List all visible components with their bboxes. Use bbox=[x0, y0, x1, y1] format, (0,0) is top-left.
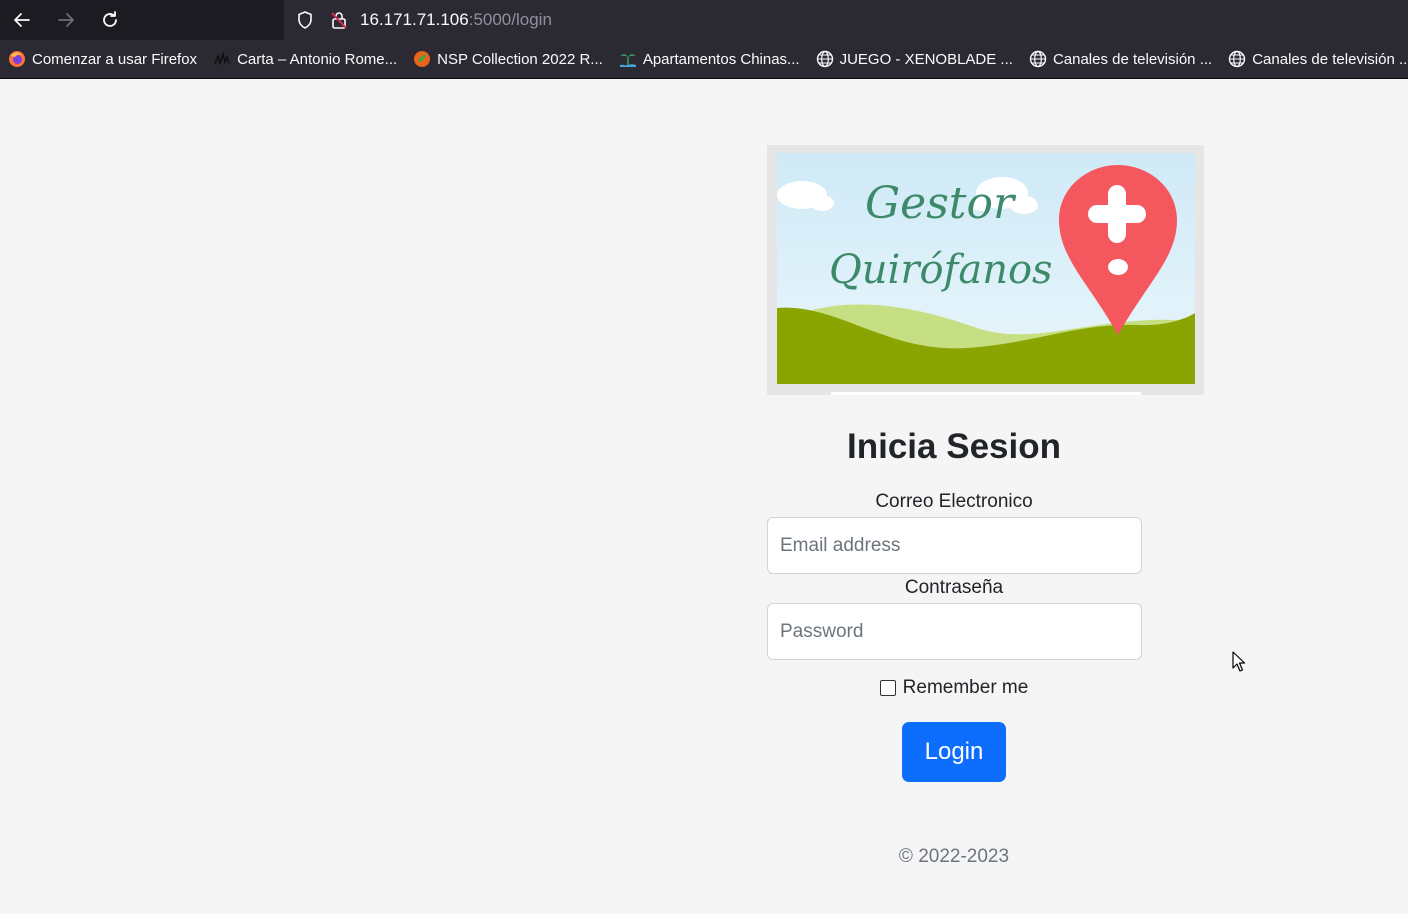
bookmark-label: Canales de televisión ... bbox=[1252, 50, 1408, 68]
bookmark-item[interactable]: Canales de televisión ... bbox=[1228, 50, 1408, 68]
firefox-icon bbox=[8, 50, 26, 68]
globe-icon bbox=[1228, 50, 1246, 68]
address-bar[interactable]: 16.171.71.106:5000/login bbox=[284, 0, 1408, 40]
palm-tree-icon bbox=[619, 50, 637, 68]
bookmark-label: Carta – Antonio Rome... bbox=[237, 50, 398, 68]
bookmark-label: JUEGO - XENOBLADE ... bbox=[839, 50, 1013, 68]
bookmark-label: NSP Collection 2022 R... bbox=[437, 50, 603, 68]
bookmark-item[interactable]: Canales de televisión ... bbox=[1029, 50, 1212, 68]
forward-arrow-icon bbox=[58, 13, 74, 27]
reload-button[interactable] bbox=[88, 0, 132, 40]
copyright-text: © 2022-2023 bbox=[898, 846, 1010, 867]
bookmark-item[interactable]: Comenzar a usar Firefox bbox=[8, 50, 197, 68]
email-label: Correo Electronico bbox=[875, 491, 1033, 512]
password-field[interactable] bbox=[767, 603, 1142, 660]
remember-me-row[interactable]: Remember me bbox=[767, 677, 1141, 699]
bookmark-label: Apartamentos Chinas... bbox=[642, 50, 800, 68]
remember-me-label: Remember me bbox=[902, 677, 1029, 698]
reload-icon bbox=[103, 11, 117, 27]
globe-icon bbox=[816, 50, 834, 68]
app-logo: Gestor Quirófanos bbox=[767, 145, 1204, 395]
bookmark-label: Comenzar a usar Firefox bbox=[32, 50, 198, 68]
globe-icon bbox=[1029, 50, 1047, 68]
bookmark-item[interactable]: Apartamentos Chinas... bbox=[619, 50, 800, 68]
forward-button[interactable] bbox=[44, 0, 88, 40]
page-title: Inicia Sesion bbox=[847, 427, 1061, 466]
login-page: Gestor Quirófanos Inicia Sesion Correo E… bbox=[0, 79, 1408, 914]
bookmark-item[interactable]: JUEGO - XENOBLADE ... bbox=[816, 50, 1013, 68]
email-field[interactable] bbox=[767, 517, 1142, 574]
bookmark-item[interactable]: NSP Collection 2022 R... bbox=[413, 50, 603, 68]
orange-leaf-icon bbox=[413, 50, 431, 68]
tracking-protection-shield-icon[interactable] bbox=[292, 7, 318, 33]
back-button[interactable] bbox=[0, 0, 44, 40]
bookmarks-bar: Comenzar a usar Firefox Carta – Antonio … bbox=[0, 40, 1408, 79]
remember-me-checkbox[interactable] bbox=[879, 680, 896, 696]
login-button[interactable]: Login bbox=[902, 722, 1006, 782]
bookmark-label: Canales de televisión ... bbox=[1052, 50, 1213, 68]
logo-text-gestor: Gestor bbox=[865, 178, 1017, 229]
insecure-lock-icon[interactable] bbox=[326, 7, 352, 33]
url-path: :5000/login bbox=[468, 10, 552, 29]
logo-divider bbox=[831, 392, 1141, 395]
bookmark-item[interactable]: Carta – Antonio Rome... bbox=[213, 50, 397, 68]
mouse-cursor-icon bbox=[1232, 651, 1246, 672]
signature-icon bbox=[213, 50, 231, 68]
url-host: 16.171.71.106 bbox=[360, 10, 469, 29]
back-arrow-icon bbox=[14, 13, 30, 27]
logo-illustration: Gestor Quirófanos bbox=[777, 153, 1195, 384]
password-label: Contraseña bbox=[904, 577, 1004, 598]
logo-text-quirofanos: Quirófanos bbox=[829, 247, 1053, 293]
